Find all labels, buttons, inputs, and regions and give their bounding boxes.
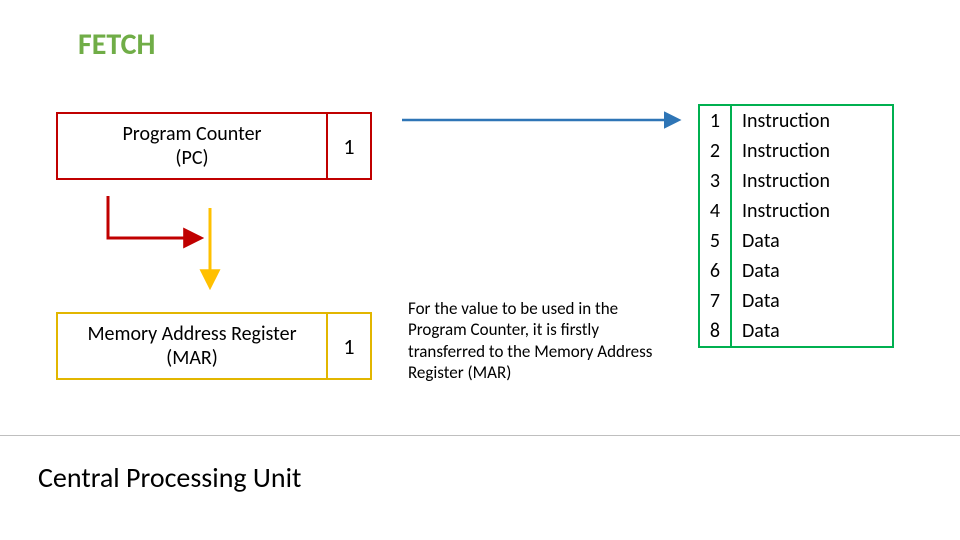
pc-label: Program Counter(PC) (56, 112, 326, 180)
memory-content: Data (732, 226, 892, 256)
memory-row: 3 Instruction (700, 166, 892, 196)
mar-label-text: Memory Address Register(MAR) (87, 322, 296, 370)
divider (0, 435, 960, 436)
memory-address: 3 (700, 166, 732, 196)
stage-title: FETCH (78, 26, 155, 63)
diagram-stage: FETCH Program Counter(PC) 1 Memory Addre… (0, 0, 960, 540)
mar-value: 1 (326, 312, 372, 380)
memory-address: 1 (700, 106, 732, 136)
memory-address: 7 (700, 286, 732, 316)
program-counter-register: Program Counter(PC) 1 (56, 112, 372, 180)
pc-label-text: Program Counter(PC) (122, 122, 261, 170)
memory-address-register: Memory Address Register(MAR) 1 (56, 312, 372, 380)
step-description: For the value to be used in the Program … (408, 298, 656, 383)
memory-row: 8 Data (700, 316, 892, 346)
memory-content: Instruction (732, 196, 892, 226)
footer-title: Central Processing Unit (38, 460, 301, 495)
memory-address: 8 (700, 316, 732, 346)
pc-value: 1 (326, 112, 372, 180)
memory-table: 1 Instruction 2 Instruction 3 Instructio… (698, 104, 894, 348)
memory-content: Data (732, 286, 892, 316)
memory-content: Instruction (732, 106, 892, 136)
memory-row: 2 Instruction (700, 136, 892, 166)
memory-content: Instruction (732, 166, 892, 196)
mar-label: Memory Address Register(MAR) (56, 312, 326, 380)
memory-content: Data (732, 256, 892, 286)
to-memory-arrow-blue (398, 108, 698, 138)
memory-address: 2 (700, 136, 732, 166)
memory-content: Instruction (732, 136, 892, 166)
memory-row: 4 Instruction (700, 196, 892, 226)
memory-row: 6 Data (700, 256, 892, 286)
memory-content: Data (732, 316, 892, 346)
memory-address: 6 (700, 256, 732, 286)
pc-to-mar-arrow-yellow (196, 200, 236, 310)
memory-row: 7 Data (700, 286, 892, 316)
memory-address: 4 (700, 196, 732, 226)
memory-row: 1 Instruction (700, 106, 892, 136)
memory-row: 5 Data (700, 226, 892, 256)
memory-address: 5 (700, 226, 732, 256)
